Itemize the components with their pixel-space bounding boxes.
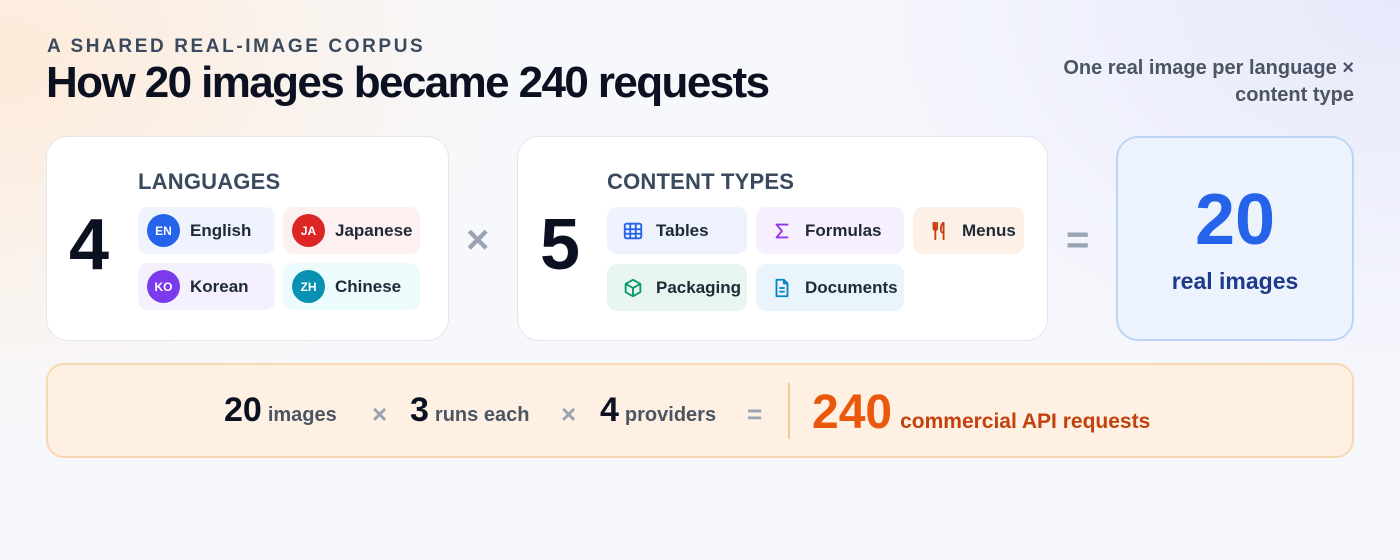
content-chip-tables: Tables: [607, 207, 747, 254]
equation-total: 240 commercial API requests: [812, 385, 1150, 440]
languages-label: LANGUAGES: [138, 169, 281, 194]
equation-bar: 20 images × 3 runs each × 4 providers = 240…: [46, 363, 1354, 458]
content-type-name: Formulas: [805, 220, 882, 240]
content-chip-packaging: Packaging: [607, 264, 747, 311]
content-types-card: 5 CONTENT TYPES Tables Formulas Menus Pa…: [517, 136, 1048, 341]
content-chip-menus: Menus: [913, 207, 1024, 254]
language-chip-korean: KO Korean: [138, 263, 275, 310]
result-card: 20 real images: [1116, 136, 1354, 341]
language-badge: JA: [292, 214, 325, 247]
multiply-sign: ×: [466, 218, 490, 262]
language-badge: ZH: [292, 270, 325, 303]
language-chip-chinese: ZH Chinese: [283, 263, 420, 310]
eyebrow: A SHARED REAL-IMAGE CORPUS: [47, 36, 426, 57]
multiply-sign: ×: [372, 399, 388, 429]
content-chip-documents: Documents: [756, 264, 904, 311]
languages-count: 4: [69, 205, 110, 285]
language-badge: KO: [147, 270, 180, 303]
box-icon: [622, 277, 644, 299]
equation-term-runs: 3 runs each: [410, 391, 529, 430]
sigma-icon: [771, 220, 793, 242]
page-title: How 20 images became 240 requests: [46, 58, 770, 107]
term-value: 20: [224, 391, 262, 429]
term-word: images: [267, 404, 337, 426]
content-types-count: 5: [540, 205, 581, 285]
language-chip-english: EN English: [138, 207, 275, 254]
term-word: runs each: [434, 404, 530, 426]
content-type-name: Packaging: [656, 277, 742, 297]
term-value: 4: [600, 391, 619, 429]
equation-term-images: 20 images: [224, 391, 337, 430]
language-name: Korean: [190, 276, 249, 296]
table-icon: [622, 220, 644, 242]
equals-sign: =: [747, 399, 763, 429]
equals-sign: =: [1066, 218, 1090, 262]
equation-term-providers: 4 providers: [600, 391, 716, 430]
total-word: commercial API requests: [900, 410, 1151, 433]
content-chip-formulas: Formulas: [756, 207, 904, 254]
language-badge: EN: [147, 214, 180, 247]
languages-card: 4 LANGUAGES EN English JA Japanese KO Ko…: [46, 136, 449, 341]
total-value: 240: [812, 386, 893, 439]
divider: [788, 383, 790, 439]
content-type-name: Menus: [962, 220, 1016, 240]
term-value: 3: [410, 391, 429, 429]
language-name: Chinese: [335, 276, 402, 296]
result-number: 20: [1194, 180, 1276, 260]
language-chip-japanese: JA Japanese: [283, 207, 420, 254]
utensils-icon: [928, 220, 950, 242]
result-label: real images: [1171, 268, 1299, 294]
content-type-name: Documents: [805, 277, 898, 297]
multiply-sign: ×: [561, 399, 577, 429]
subtitle: One real image per language × content ty…: [1063, 57, 1354, 106]
content-types-label: CONTENT TYPES: [607, 169, 795, 194]
content-type-name: Tables: [656, 220, 709, 240]
language-name: Japanese: [335, 220, 413, 240]
term-word: providers: [624, 404, 717, 426]
language-name: English: [190, 220, 252, 240]
document-icon: [771, 277, 793, 299]
